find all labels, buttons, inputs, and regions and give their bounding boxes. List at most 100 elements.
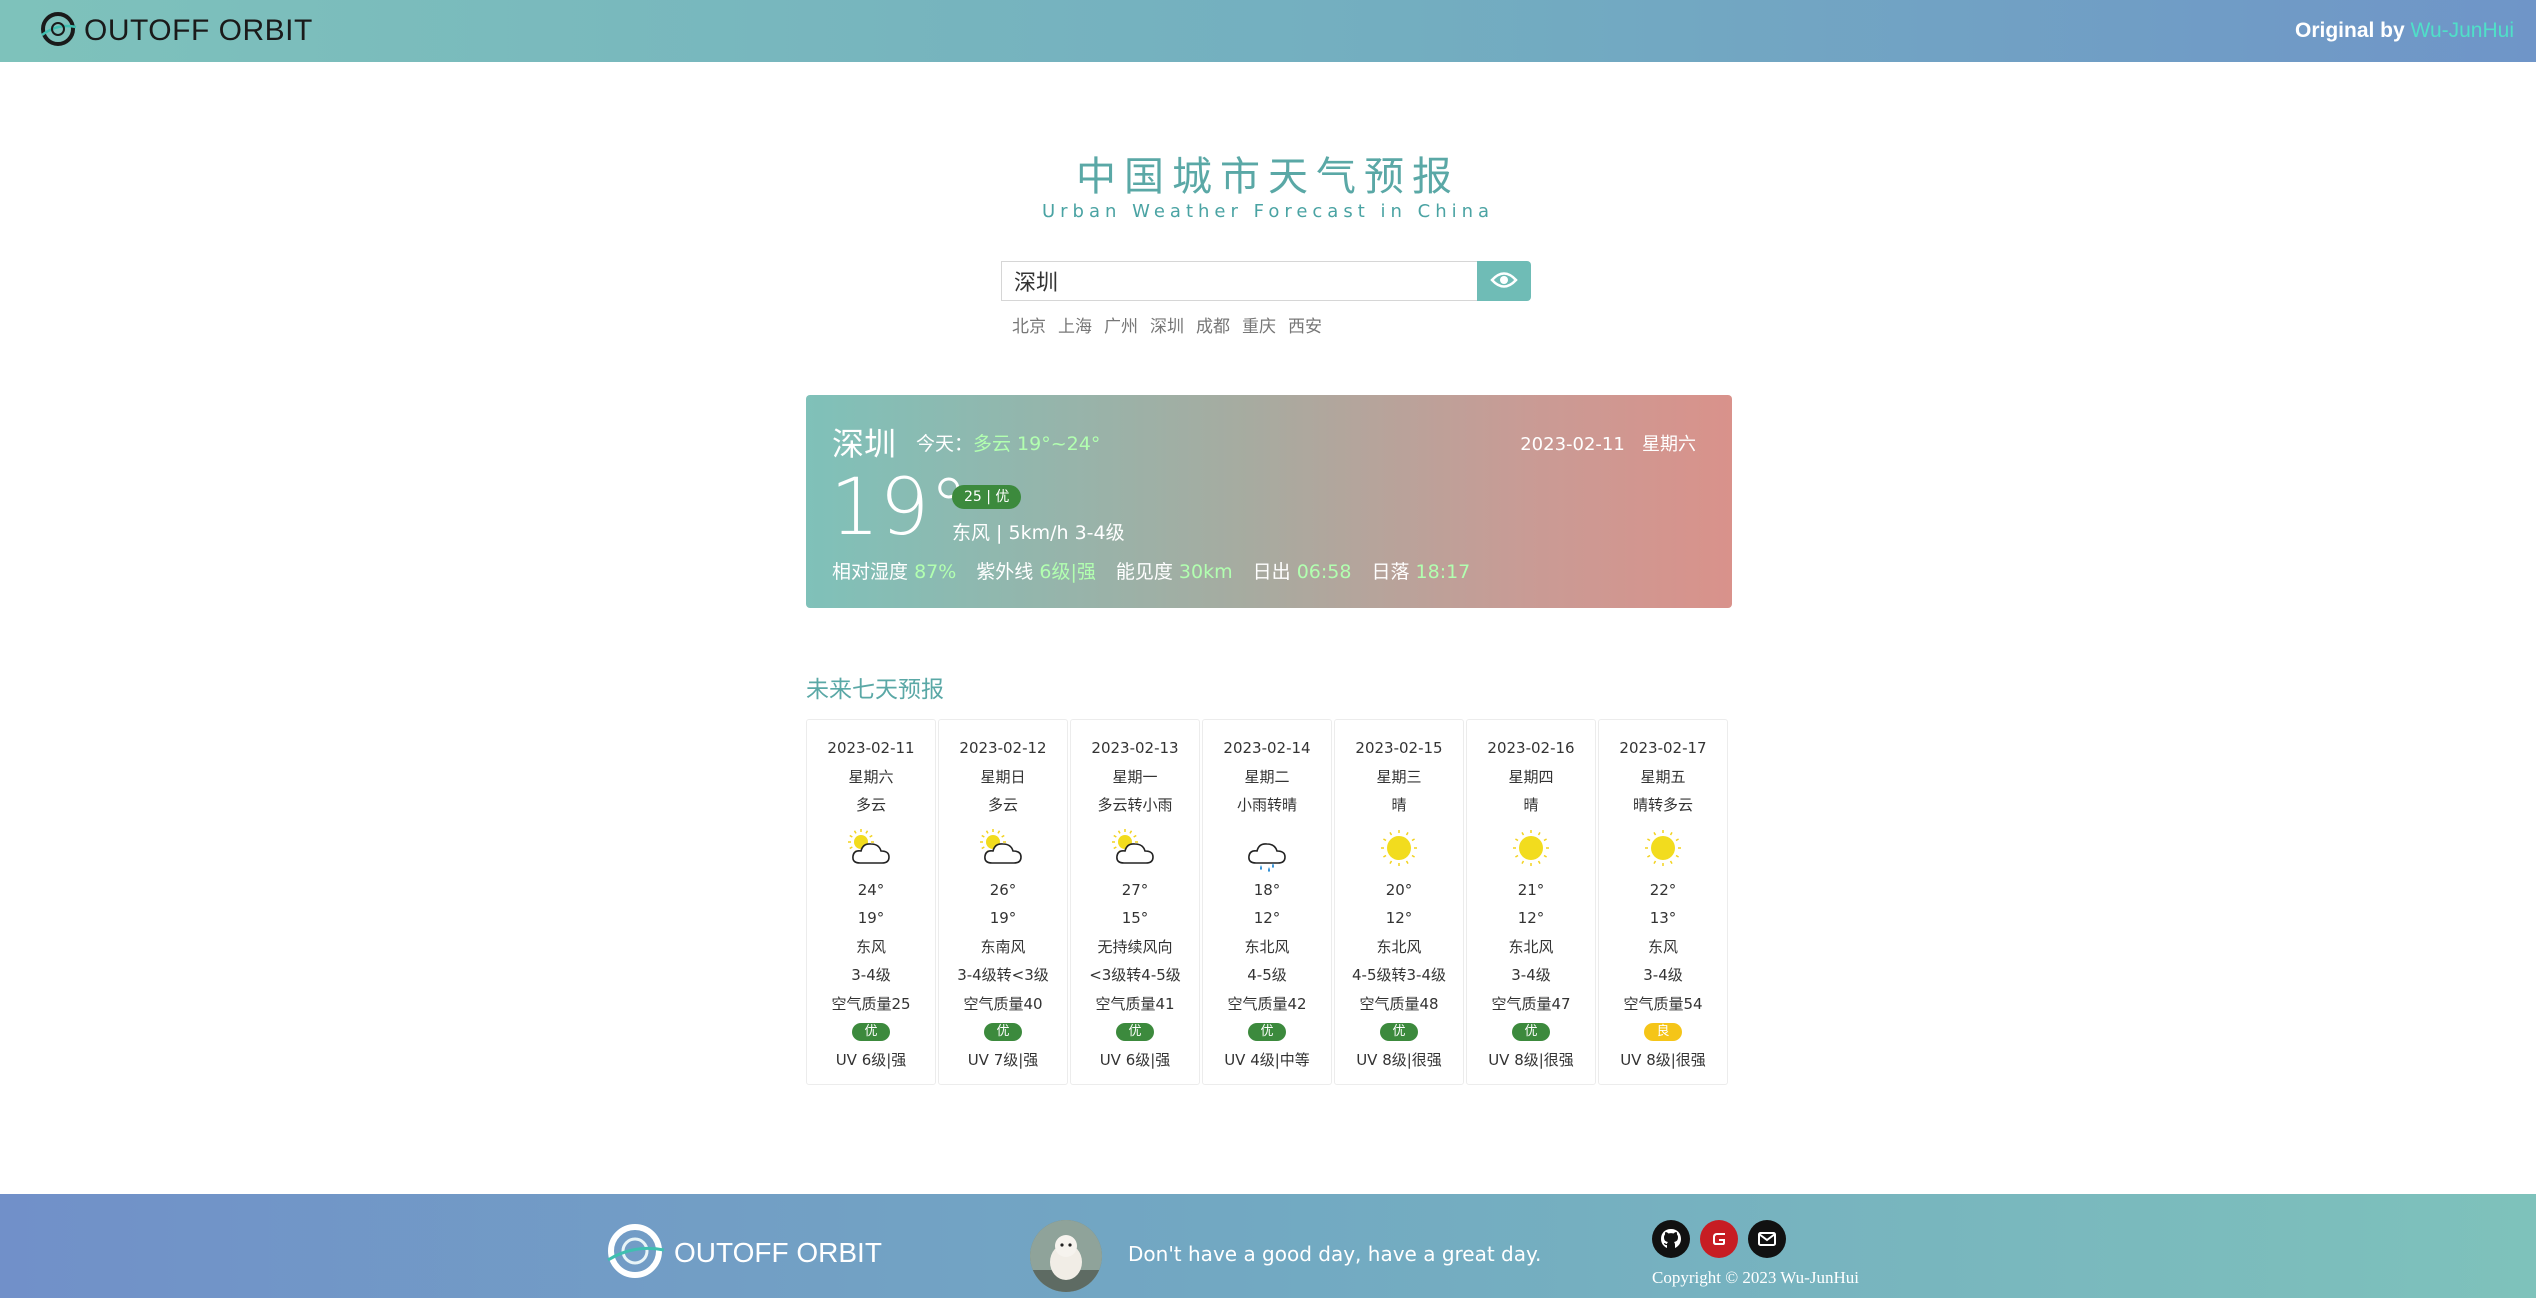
forecast-weather: 晴转多云 [1632, 796, 1693, 814]
forecast-low: 19° [989, 909, 1017, 927]
visibility-metric: 能见度 30km [1116, 557, 1233, 584]
eye-icon [1490, 271, 1518, 292]
aqi-level-badge: 优 [1380, 1023, 1418, 1041]
forecast-date: 2023-02-11 [827, 739, 915, 757]
author-link[interactable]: Wu-JunHui [2411, 19, 2514, 42]
quick-city-link[interactable]: 深圳 [1150, 312, 1184, 337]
forecast-title: 未来七天预报 [806, 677, 944, 703]
light-rain-icon [1242, 820, 1292, 876]
weather-metrics: 相对湿度 87% 紫外线 6级|强 能见度 30km 日出 06:58 日落 1… [832, 557, 1470, 584]
forecast-weekday: 星期一 [1112, 767, 1158, 786]
quick-city-link[interactable]: 西安 [1288, 312, 1322, 337]
forecast-weekday: 星期五 [1640, 767, 1686, 786]
page-subtitle: Urban Weather Forecast in China [1041, 201, 1495, 222]
forecast-low: 13° [1649, 909, 1677, 927]
uv-metric: 紫外线 6级|强 [976, 557, 1096, 584]
forecast-wind-level: 3-4级 [851, 966, 891, 984]
partly-cloudy-icon [1110, 820, 1160, 876]
forecast-day-card: 2023-02-15 星期三晴 20° 12° 东北风 4-5级转3-4级 空气质量48 优 U… [1334, 719, 1464, 1085]
forecast-wind-level: <3级转4-5级 [1089, 966, 1181, 984]
current-city: 深圳 [832, 425, 897, 463]
search-bar [1001, 261, 1531, 301]
forecast-uv: UV 6级|强 [1099, 1051, 1171, 1069]
forecast-date: 2023-02-12 [959, 739, 1047, 757]
humidity-value: 87% [914, 561, 957, 583]
aqi-badge: 25 | 优 [952, 485, 1022, 509]
forecast-high: 26° [989, 880, 1017, 899]
quick-city-link[interactable]: 成都 [1196, 312, 1230, 337]
gitee-icon[interactable] [1700, 1220, 1738, 1258]
quick-city-link[interactable]: 上海 [1058, 312, 1092, 337]
weekday-value: 星期六 [1642, 434, 1696, 455]
top-bar: OUTOFF ORBIT Original by Wu-JunHui [0, 0, 2536, 62]
avatar [1030, 1220, 1102, 1292]
forecast-day-card: 2023-02-13 星期一 多云转小雨 27° 15° 无持续风向 <3级转4-5级 空气质… [1070, 719, 1200, 1085]
copyright: Copyright © 2023 Wu-JunHui [1652, 1268, 1859, 1287]
quick-city-link[interactable]: 北京 [1012, 312, 1046, 337]
sunset-metric: 日落 18:17 [1371, 557, 1470, 584]
forecast-wind-level: 3-4级 [1511, 966, 1551, 984]
forecast-weekday: 星期二 [1244, 767, 1290, 786]
forecast-wind-direction: 东南风 [980, 937, 1026, 956]
forecast-wind-level: 3-4级 [1643, 966, 1683, 984]
forecast-low: 12° [1253, 909, 1281, 927]
forecast-date: 2023-02-14 [1223, 739, 1311, 757]
forecast-day-card: 2023-02-12 星期日 多云 26° 19° 东南风 3-4级转<3级 空气质量40 优 U… [938, 719, 1068, 1085]
forecast-wind-level: 4-5级 [1247, 966, 1287, 984]
quick-city-links: 北京 上海 广州 深圳 成都 重庆 西安 [1012, 312, 1322, 337]
forecast-wind-level: 3-4级转<3级 [957, 966, 1049, 984]
social-links [1652, 1220, 1786, 1258]
humidity-metric: 相对湿度 87% [832, 557, 956, 584]
forecast-high: 24° [857, 880, 885, 899]
forecast-wind-level: 4-5级转3-4级 [1352, 966, 1446, 984]
forecast-day-card: 2023-02-16 星期四晴 21° 12° 东北风 3-4级 空气质量47 优 UV 8级|… [1466, 719, 1596, 1085]
forecast-aqi: 空气质量41 [1095, 994, 1175, 1013]
forecast-aqi: 空气质量47 [1491, 994, 1571, 1013]
sunny-icon [1638, 820, 1688, 876]
uv-label: 紫外线 [976, 561, 1034, 583]
date-value: 2023-02-11 [1520, 434, 1625, 455]
forecast-list: 2023-02-11 星期六 多云 24° 19° 东风 3-4级 空气质量25 优 UV 6级|… [806, 719, 1728, 1085]
forecast-day-card: 2023-02-11 星期六 多云 24° 19° 东风 3-4级 空气质量25 优 UV 6级|… [806, 719, 936, 1085]
footer-brand[interactable]: OUTOFF ORBIT [604, 1220, 882, 1286]
forecast-date: 2023-02-15 [1355, 739, 1443, 757]
visibility-value: 30km [1178, 561, 1233, 583]
forecast-weekday: 星期四 [1508, 767, 1554, 786]
forecast-wind-direction: 东风 [855, 937, 886, 956]
forecast-aqi: 空气质量54 [1623, 994, 1703, 1013]
forecast-wind-direction: 东北风 [1508, 937, 1554, 956]
github-icon[interactable] [1652, 1220, 1690, 1258]
forecast-weather: 多云 [987, 796, 1018, 814]
forecast-day-card: 2023-02-17 星期五 晴转多云 22° 13° 东风 3-4级 空气质量54 良 UV 8… [1598, 719, 1728, 1085]
today-weather: 多云 19°~24° [973, 433, 1101, 455]
forecast-weather: 晴 [1391, 796, 1407, 814]
forecast-aqi: 空气质量25 [831, 994, 911, 1013]
footer-brand-name: OUTOFF ORBIT [674, 1237, 882, 1268]
forecast-date: 2023-02-17 [1619, 739, 1707, 757]
forecast-wind-direction: 东北风 [1376, 937, 1422, 956]
forecast-wind-direction: 无持续风向 [1097, 937, 1173, 956]
uv-value: 6级|强 [1039, 561, 1096, 583]
aqi-level-badge: 优 [852, 1023, 890, 1041]
forecast-uv: UV 7级|强 [967, 1051, 1039, 1069]
forecast-uv: UV 6级|强 [835, 1051, 907, 1069]
sunrise-metric: 日出 06:58 [1253, 557, 1352, 584]
email-icon[interactable] [1748, 1220, 1786, 1258]
partly-cloudy-icon [846, 820, 896, 876]
brand-link[interactable]: OUTOFF ORBIT [38, 9, 313, 53]
original-by: Original by Wu-JunHui [2295, 19, 2514, 43]
orbit-logo-icon [604, 1220, 666, 1286]
search-button[interactable] [1477, 261, 1531, 301]
current-temperature: 19° [830, 463, 969, 553]
forecast-date: 2023-02-16 [1487, 739, 1575, 757]
forecast-high: 27° [1121, 880, 1149, 899]
quick-city-link[interactable]: 重庆 [1242, 312, 1276, 337]
quick-city-link[interactable]: 广州 [1104, 312, 1138, 337]
forecast-wind-direction: 东北风 [1244, 937, 1290, 956]
sunset-label: 日落 [1371, 561, 1410, 583]
forecast-uv: UV 8级|很强 [1488, 1051, 1574, 1069]
sunny-icon [1374, 820, 1424, 876]
aqi-level-badge: 优 [984, 1023, 1022, 1041]
forecast-low: 12° [1385, 909, 1413, 927]
city-search-input[interactable] [1001, 261, 1477, 301]
